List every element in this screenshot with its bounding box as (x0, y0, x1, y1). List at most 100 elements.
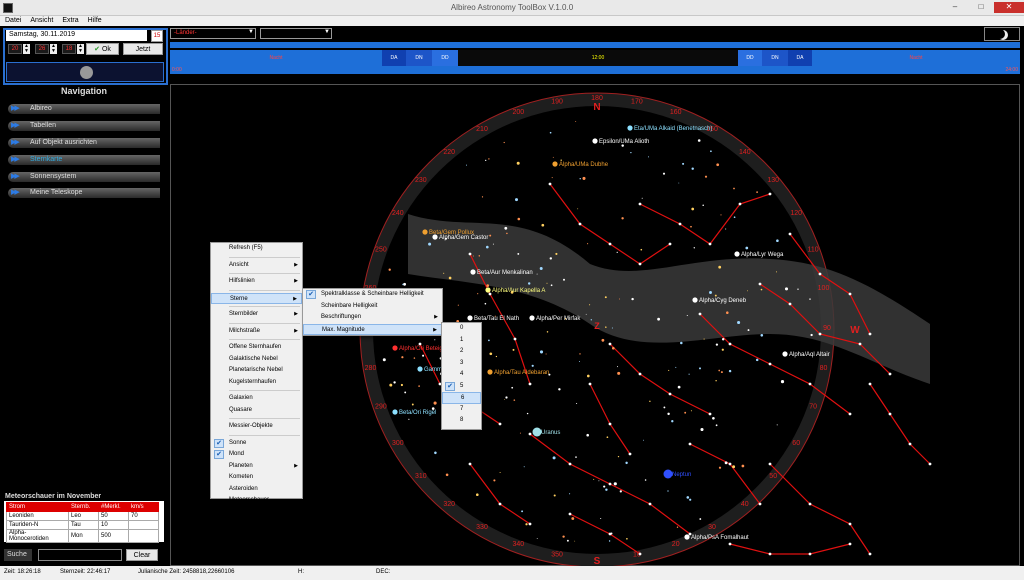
magnitude-item-6[interactable]: 6 (442, 392, 481, 404)
faint-star (780, 380, 785, 384)
location-select[interactable]: ▼ (260, 28, 332, 39)
double-arrow-icon: ▶▶ (11, 122, 20, 129)
table-row[interactable]: Tauriden-N Tau 10 (6, 520, 159, 530)
search-input[interactable] (38, 549, 122, 561)
nav-item-meine-teleskope[interactable]: ▶▶ Meine Teleskope (8, 188, 160, 198)
menu-separator (229, 273, 300, 274)
nav-item-sonnensystem[interactable]: ▶▶ Sonnensystem (8, 172, 160, 182)
menu-item-sternbilder[interactable]: Sternbilder ▶ (211, 309, 302, 321)
faint-star (747, 290, 749, 292)
day-timeline[interactable]: Nacht DA DN DD 12:00 DD DN DA Nacht (170, 50, 1020, 66)
menu-item-galaxien[interactable]: Galaxien (211, 393, 302, 405)
context-menu: Refresh (F5) Ansicht ▶ Hilfslinien ▶ Sterne ▶ S… (210, 242, 303, 503)
minimize-button[interactable]: – (946, 2, 964, 13)
menu-item-sonne[interactable]: ✔ Sonne (211, 438, 302, 450)
star-label: Alpha/Lyr Wega (741, 252, 784, 258)
menu-item-hilfslinien[interactable]: Hilfslinien ▶ (211, 276, 302, 288)
menu-item-asteroiden[interactable]: Asteroiden (211, 484, 302, 496)
submenu-item-beschriftungen[interactable]: Beschriftungen ▶ (303, 312, 442, 324)
faint-star (733, 216, 736, 219)
time-slider-knob[interactable] (80, 66, 93, 79)
maximize-button[interactable]: □ (972, 2, 990, 13)
hour-spinner[interactable]: ▲ ▼ (23, 44, 30, 54)
faint-star (586, 374, 590, 378)
nav-item-albireo[interactable]: ▶▶ Albireo (8, 104, 160, 114)
magnitude-item-1[interactable]: 1 (442, 335, 481, 347)
calendar-icon[interactable]: 15 (151, 30, 163, 42)
country-select[interactable]: -Länder- ▼ (170, 28, 256, 39)
menu-extra[interactable]: Extra (57, 16, 82, 24)
menu-item-sterne[interactable]: Sterne ▶ (211, 292, 302, 304)
star-dot (868, 332, 872, 336)
nav-item-tabellen[interactable]: ▶▶ Tabellen (8, 121, 160, 131)
scale-start: 0:00 (172, 67, 182, 73)
now-button[interactable]: Jetzt (123, 43, 163, 55)
menu-item-label: 6 (461, 395, 465, 401)
minute-spinner[interactable]: ▲ ▼ (50, 44, 57, 54)
table-row[interactable]: Leoniden Leo 50 70 (6, 511, 159, 521)
menu-item-planetarische-nebel[interactable]: Planetarische Nebel (211, 365, 302, 377)
named-star (552, 161, 558, 167)
faint-star (546, 331, 549, 333)
faint-star (649, 400, 651, 403)
faint-star (562, 535, 565, 538)
faint-star (728, 369, 732, 373)
ok-button[interactable]: ✔ Ok (86, 43, 119, 55)
close-button[interactable]: ✕ (994, 2, 1024, 13)
table-cell: Leoniden (6, 511, 69, 521)
submenu-item-scheinbare-helligkeit[interactable]: Scheinbare Helligkeit (303, 301, 442, 313)
menu-separator (229, 256, 300, 258)
submenu-item-max-magnitude[interactable]: Max. Magnitude ▶ (303, 323, 442, 335)
faint-star (553, 494, 556, 497)
star-dot (708, 242, 712, 246)
menu-item-kometen[interactable]: Kometen (211, 472, 302, 484)
menu-item-meteorschauer[interactable]: Meteorschauer (211, 495, 302, 507)
faint-star (662, 172, 666, 175)
magnitude-item-5[interactable]: ✔ 5 (442, 381, 481, 393)
faint-star (725, 228, 727, 230)
faint-star (675, 366, 677, 368)
double-arrow-icon: ▶▶ (11, 173, 20, 180)
faint-star (481, 196, 484, 198)
menu-item-galaktische-nebel[interactable]: Galaktische Nebel (211, 354, 302, 366)
faint-star (511, 386, 514, 389)
nav-item-auf-objekt-ausrichten[interactable]: ▶▶ Auf Objekt ausrichten (8, 138, 160, 148)
faint-star (715, 343, 719, 346)
menu-datei[interactable]: Datei (0, 16, 25, 24)
menu-item-refresh-f5[interactable]: Refresh (F5) (211, 243, 302, 255)
menu-item-ansicht[interactable]: Ansicht ▶ (211, 260, 302, 272)
magnitude-item-8[interactable]: 8 (442, 415, 481, 427)
faint-star (400, 383, 403, 387)
star-label: Alpha/Tau Aldebaran (494, 370, 549, 376)
menu-item-messier-objekte[interactable]: Messier-Objekte (211, 421, 302, 433)
hour-field[interactable]: 20 (8, 44, 22, 54)
menu-item-quasare[interactable]: Quasare (211, 405, 302, 417)
nav-item-sternkarte[interactable]: ▶▶ Sternkarte (8, 155, 160, 165)
magnitude-item-3[interactable]: 3 (442, 358, 481, 370)
timeline-segment: DN (762, 50, 788, 66)
magnitude-item-0[interactable]: 0 (442, 323, 481, 335)
clear-button[interactable]: Clear (126, 549, 158, 561)
menu-item-planeten[interactable]: Planeten ▶ (211, 461, 302, 473)
window-title: Albireo Astronomy ToolBox V.1.0.0 (450, 3, 574, 12)
faint-star (506, 232, 508, 235)
menu-item-milchstra-e[interactable]: Milchstraße ▶ (211, 326, 302, 338)
magnitude-item-7[interactable]: 7 (442, 404, 481, 416)
menu-item-offene-sternhaufen[interactable]: Offene Sternhaufen (211, 342, 302, 354)
submenu-item-spektralklasse-scheinbare-helligkeit[interactable]: ✔ Spektralklasse & Scheinbare Helligkeit (303, 289, 442, 301)
menu-item-mond[interactable]: ✔ Mond (211, 449, 302, 461)
menu-item-kugelsternhaufen[interactable]: Kugelsternhaufen (211, 377, 302, 389)
date-field[interactable]: Samstag, 30.11.2019 (6, 30, 147, 41)
azimuth-label: 130 (767, 177, 779, 184)
azimuth-label: 200 (512, 109, 524, 116)
faint-star (677, 385, 681, 389)
second-spinner[interactable]: ▲ ▼ (77, 44, 84, 54)
menu-ansicht[interactable]: Ansicht (25, 16, 57, 24)
magnitude-item-2[interactable]: 2 (442, 346, 481, 358)
table-row[interactable]: Alpha-Monocerotiden Mon 500 (6, 529, 159, 543)
menu-hilfe[interactable]: Hilfe (83, 16, 106, 24)
minute-field[interactable]: 26 (35, 44, 49, 54)
menu-item-label: Asteroiden (229, 485, 258, 492)
magnitude-item-4[interactable]: 4 (442, 369, 481, 381)
second-field[interactable]: 18 (62, 44, 76, 54)
